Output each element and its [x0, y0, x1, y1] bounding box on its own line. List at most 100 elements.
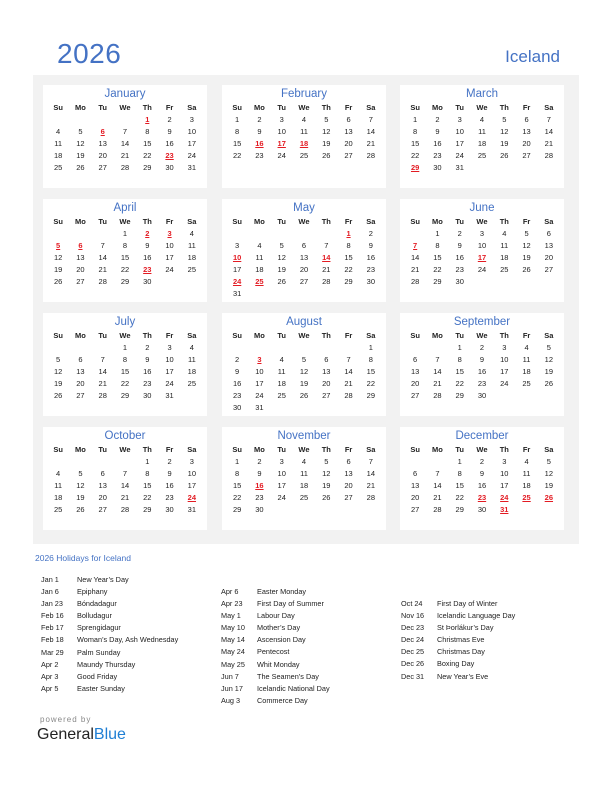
holiday-row: Dec 26 Boxing Day [401, 658, 515, 670]
weekday-header: Sa [544, 445, 554, 454]
day-cell: 14 [366, 469, 376, 478]
day-cell: 29 [433, 277, 442, 286]
month-grid: Su Mo Tu We Th Fr Sa 1 2 3 4 5 6 7 8 9 10 11 12 13 14 15 16 17 1… [226, 101, 382, 162]
day-cell: 4 [301, 457, 307, 466]
holiday-name: Commerce Day [257, 695, 308, 705]
weekday-header: Th [142, 217, 152, 226]
empty-cell [293, 228, 315, 240]
day-cell: 7 [100, 355, 105, 364]
day-cell: 30 [143, 391, 152, 400]
day-cell: 26 [322, 151, 331, 160]
day-cell: 2 [235, 355, 240, 364]
day-cell: 6 [78, 355, 83, 364]
day-cell: 4 [189, 229, 194, 238]
weekday-header: Su [410, 103, 420, 112]
weekday-header: Su [410, 445, 420, 454]
day-cell: 13 [299, 253, 309, 262]
holiday-row: May 1 Labour Day [221, 610, 330, 622]
day-cell: 15 [120, 253, 130, 262]
holiday-name: First Day of Summer [257, 599, 324, 609]
weekday-header: Su [232, 217, 242, 226]
holiday-date: May 14 [221, 635, 245, 645]
day-cell: 25 [522, 379, 531, 388]
holiday-day-cell: 3 [167, 229, 172, 238]
holiday-name: Pentecost [257, 647, 290, 657]
day-cell: 27 [322, 391, 331, 400]
weekday-header: We [298, 331, 310, 340]
day-cell: 27 [98, 505, 107, 514]
day-cell: 17 [165, 253, 174, 262]
day-cell: 5 [324, 115, 329, 124]
day-cell: 25 [299, 493, 309, 502]
day-cell: 30 [455, 277, 464, 286]
weekday-header: Sa [187, 217, 197, 226]
day-cell: 30 [232, 403, 242, 412]
day-cell: 12 [322, 127, 331, 136]
holiday-row: Apr 23 First Day of Summer [221, 598, 330, 610]
day-cell: 11 [255, 253, 264, 262]
holiday-row: Dec 23 St Þorlákur’s Day [401, 622, 515, 634]
weekday-header: Tu [277, 217, 286, 226]
weekday-header: Tu [98, 217, 107, 226]
day-cell: 20 [410, 379, 420, 388]
holiday-day-cell: 1 [145, 115, 150, 124]
day-cell: 6 [546, 229, 551, 238]
weekday-header: We [476, 331, 488, 340]
day-cell: 23 [232, 391, 242, 400]
day-cell: 21 [433, 379, 442, 388]
day-cell: 19 [53, 379, 63, 388]
day-cell: 20 [344, 481, 353, 490]
day-cell: 1 [413, 115, 418, 124]
day-cell: 4 [301, 115, 307, 124]
day-cell: 31 [187, 163, 197, 172]
empty-cell [69, 228, 91, 240]
holiday-date: Dec 25 [401, 647, 425, 657]
day-cell: 16 [165, 139, 174, 148]
day-cell: 19 [522, 253, 531, 262]
weekday-header: Fr [522, 445, 531, 454]
day-cell: 12 [544, 355, 554, 364]
month-september: September Su Mo Tu We Th Fr Sa 1 2 3 4 5 6 7 8 9 10 11 12 13… [400, 313, 564, 416]
day-cell: 12 [76, 139, 85, 148]
day-cell: 12 [500, 127, 509, 136]
holiday-day-cell: 24 [500, 493, 509, 502]
holiday-name: Icelandic National Day [257, 683, 330, 693]
empty-cell [92, 456, 114, 468]
empty-cell [114, 114, 136, 126]
holiday-date: Jan 23 [41, 599, 63, 609]
holiday-date: Oct 24 [401, 599, 423, 608]
day-cell: 14 [433, 367, 442, 376]
day-cell: 9 [235, 367, 240, 376]
day-cell: 28 [433, 505, 442, 514]
day-cell: 8 [122, 355, 128, 364]
day-cell: 18 [187, 253, 197, 262]
day-cell: 19 [500, 139, 509, 148]
day-cell: 15 [455, 481, 464, 490]
day-cell: 26 [299, 391, 309, 400]
day-cell: 20 [344, 139, 353, 148]
day-cell: 16 [455, 253, 464, 262]
day-cell: 29 [143, 505, 152, 514]
day-cell: 24 [477, 265, 487, 274]
day-cell: 23 [143, 379, 152, 388]
day-cell: 26 [522, 265, 531, 274]
day-cell: 21 [322, 265, 331, 274]
day-cell: 3 [279, 115, 284, 124]
day-cell: 30 [477, 505, 487, 514]
holiday-row: Apr 2 Maundy Thursday [41, 659, 178, 671]
brand-blue: Blue [93, 726, 126, 743]
day-cell: 23 [255, 151, 264, 160]
day-cell: 25 [53, 505, 63, 514]
day-cell: 10 [277, 469, 286, 478]
day-cell: 8 [435, 241, 440, 250]
day-cell: 10 [277, 127, 286, 136]
holiday-date: Dec 26 [401, 659, 425, 669]
day-cell: 7 [122, 469, 128, 478]
holiday-date: May 25 [221, 659, 245, 669]
day-cell: 8 [368, 355, 373, 364]
empty-cell [226, 342, 248, 354]
day-cell: 26 [277, 277, 286, 286]
holiday-name: Epiphany [77, 587, 108, 597]
holiday-name: Boxing Day [437, 659, 475, 669]
day-cell: 9 [435, 127, 440, 136]
